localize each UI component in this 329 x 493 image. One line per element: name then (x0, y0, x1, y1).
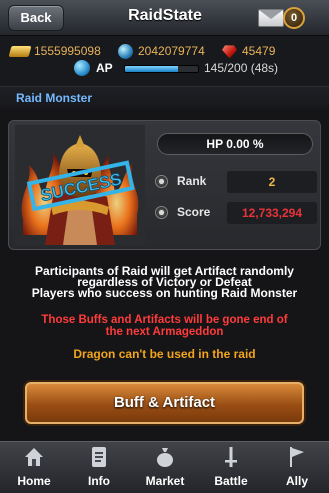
gem-amount: 2042079774 (138, 44, 205, 58)
info-line-3: Players who success on hunting Raid Mons… (31, 286, 298, 300)
bullet-icon (155, 175, 168, 188)
bottom-nav: Home Info Market Battle Ally (0, 441, 329, 493)
warning-text: Those Buffs and Artifacts will be gone e… (0, 314, 329, 338)
home-icon (25, 448, 43, 466)
raid-monster-panel: SUCCESS HP 0.00 % Rank 2 Score 12,733,29… (8, 120, 321, 250)
nav-info-label: Info (88, 474, 110, 488)
gem-icon (118, 44, 133, 60)
buff-artifact-button[interactable]: Buff & Artifact (25, 382, 304, 424)
hp-indicator: HP 0.00 % (157, 133, 313, 155)
score-row: Score 12,733,294 (155, 202, 317, 224)
rank-label: Rank (177, 174, 207, 188)
sword-icon (225, 447, 237, 467)
warning-line-1: Those Buffs and Artifacts will be gone e… (41, 314, 288, 326)
ap-progress-fill (125, 66, 178, 72)
ap-orb-icon (74, 60, 90, 76)
monster-portrait: SUCCESS (15, 125, 145, 245)
ruby-resource: 45479 (222, 43, 275, 59)
nav-battle-label: Battle (214, 474, 248, 488)
section-title: Raid Monster (16, 91, 93, 105)
rank-value: 2 (227, 171, 317, 193)
gold-resource: 1555995098 (8, 43, 101, 59)
top-bar: Back RaidState 0 (0, 0, 329, 36)
ap-label: AP (96, 61, 113, 75)
nav-home[interactable]: Home (3, 442, 65, 493)
nav-market[interactable]: Market (134, 442, 196, 493)
flag-icon (290, 447, 304, 467)
page-title: RaidState (128, 7, 202, 24)
rank-row: Rank 2 (155, 171, 317, 193)
nav-market-label: Market (145, 474, 185, 488)
warning-line-2: the next Armageddon (105, 326, 224, 338)
back-button[interactable]: Back (8, 5, 64, 31)
ap-value: 145/200 (48s) (204, 61, 279, 75)
score-value: 12,733,294 (227, 202, 317, 224)
mail-icon[interactable] (258, 9, 284, 27)
money-bag-icon (157, 448, 173, 467)
raid-info-text: Participants of Raid will get Artifact r… (0, 262, 329, 309)
section-header: Raid Monster (0, 86, 329, 108)
nav-ally[interactable]: Ally (266, 442, 328, 493)
gem-resource: 2042079774 (118, 43, 205, 60)
ruby-amount: 45479 (242, 44, 276, 58)
resource-bar: 1555995098 2042079774 45479 AP 145/200 (… (0, 36, 329, 86)
score-label: Score (177, 205, 211, 219)
ap-progress-bar (124, 65, 199, 73)
nav-info[interactable]: Info (68, 442, 130, 493)
document-icon (92, 447, 106, 467)
gold-bars-icon (8, 46, 32, 58)
nav-home-label: Home (17, 474, 51, 488)
bullet-icon (155, 206, 168, 219)
nav-ally-label: Ally (285, 474, 308, 488)
ruby-icon (222, 45, 237, 59)
nav-battle[interactable]: Battle (200, 442, 262, 493)
mail-count-badge[interactable]: 0 (283, 7, 305, 29)
gold-amount: 1555995098 (34, 44, 101, 58)
dragon-notice: Dragon can't be used in the raid (73, 347, 256, 361)
